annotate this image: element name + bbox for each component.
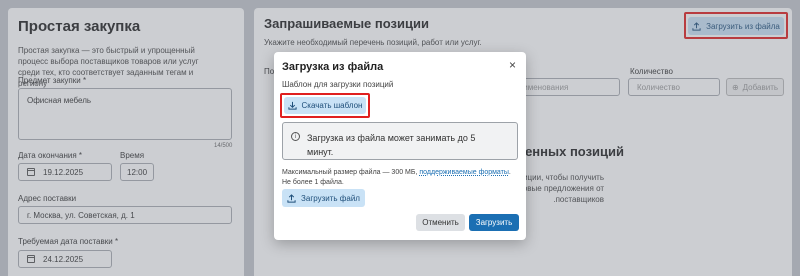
template-label: Шаблон для загрузки позиций xyxy=(282,80,394,89)
info-box: i Загрузка из файла может занимать до 5 … xyxy=(282,122,518,160)
size-note-part1: Максимальный размер файла — 300 МБ, xyxy=(282,169,418,176)
close-icon[interactable]: × xyxy=(509,58,516,72)
supported-formats-link[interactable]: поддерживаемые форматы xyxy=(419,169,509,176)
info-icon: i xyxy=(291,132,300,141)
upload-icon xyxy=(287,193,296,203)
cancel-label: Отменить xyxy=(422,218,459,227)
upload-file-label: Загрузить файл xyxy=(301,193,360,203)
highlight-frame xyxy=(280,93,370,118)
info-text: Загрузка из файла может занимать до 5 ми… xyxy=(307,133,476,157)
upload-file-button[interactable]: Загрузить файл xyxy=(282,189,365,207)
file-size-note: Максимальный размер файла — 300 МБ, подд… xyxy=(282,168,518,188)
cancel-button[interactable]: Отменить xyxy=(416,214,465,231)
upload-modal: Загрузка из файла × Шаблон для загрузки … xyxy=(274,52,526,240)
submit-label: Загрузить xyxy=(475,218,513,227)
submit-button[interactable]: Загрузить xyxy=(469,214,519,231)
modal-title: Загрузка из файла xyxy=(282,61,384,73)
